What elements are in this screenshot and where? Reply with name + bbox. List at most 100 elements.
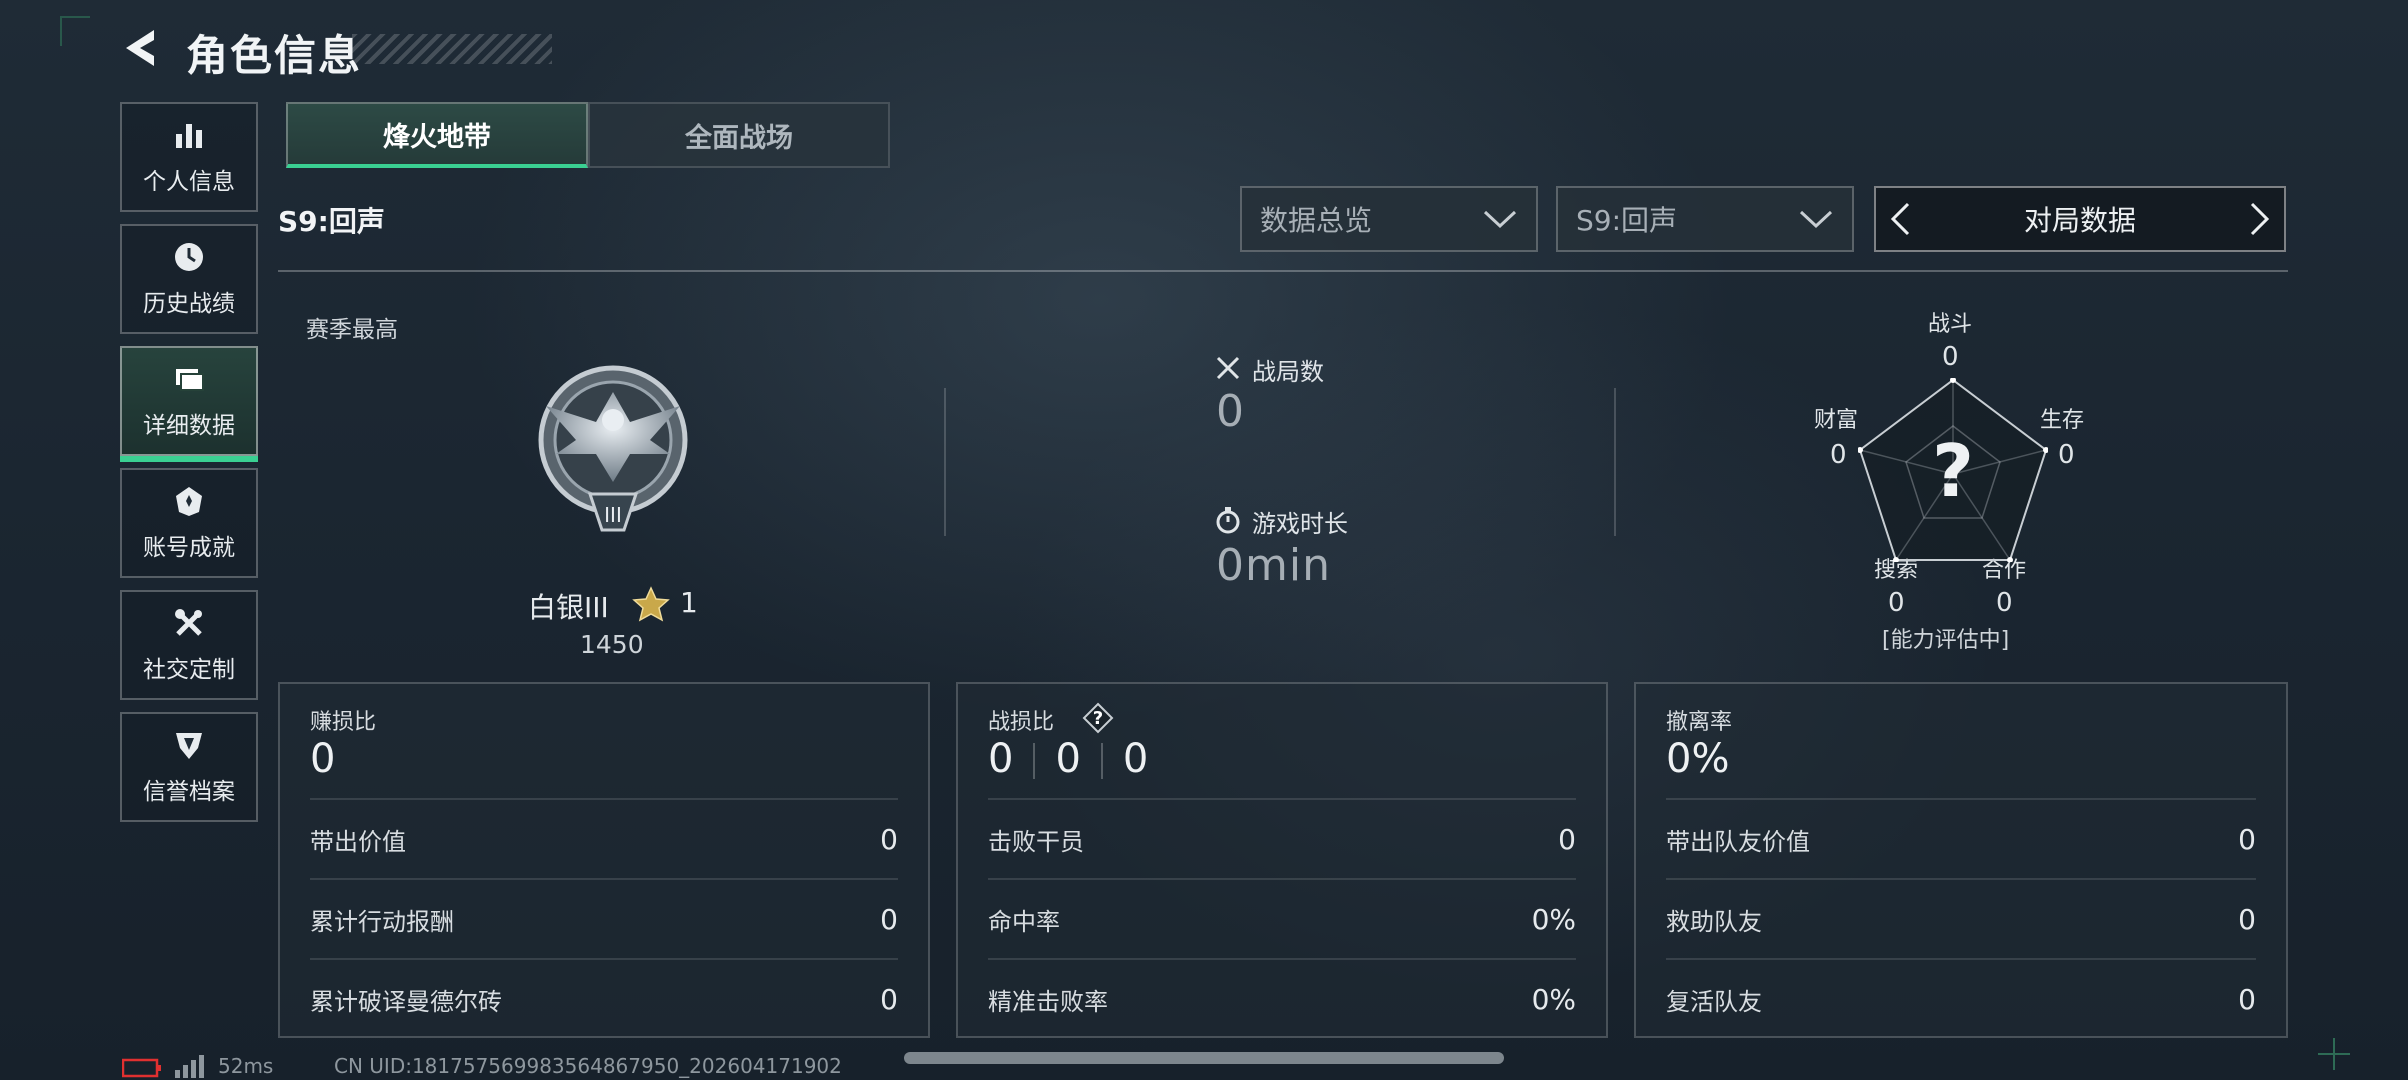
tab-full-battlefield[interactable]: 全面战场 <box>588 102 890 168</box>
profit-card: 赚损比 0 带出价值 0 累计行动报酬 0 累计破译曼德尔砖 0 <box>278 682 930 1038</box>
title-decoration <box>352 34 552 64</box>
radar-cooperation-value: 0 <box>1996 588 2013 618</box>
data-type-value: 数据总览 <box>1260 204 1373 237</box>
season-title: S9:回声 <box>278 205 385 238</box>
row-label: 带出队友价值 <box>1666 827 1810 856</box>
kd-value: 0 <box>1055 736 1081 782</box>
tab-warzone[interactable]: 烽火地带 <box>286 102 588 168</box>
radar-survival-value: 0 <box>2058 440 2075 470</box>
bar-chart-icon <box>176 124 202 148</box>
row-label: 命中率 <box>988 907 1060 936</box>
row-value: 0 <box>2238 982 2256 1016</box>
profit-value: 0 <box>310 736 336 782</box>
list-item: 复活队友 0 <box>1666 958 2256 1038</box>
chevron-right-icon[interactable] <box>2248 201 2272 237</box>
star-icon <box>632 586 670 622</box>
radar-center-mark: ? <box>1932 429 1974 513</box>
extract-card: 撤离率 0% 带出队友价值 0 救助队友 0 复活队友 0 <box>1634 682 2288 1038</box>
battery-icon <box>122 1058 161 1078</box>
extract-value: 0% <box>1666 736 1730 782</box>
extract-title: 撤离率 <box>1666 710 1733 735</box>
playtime-label: 游戏时长 <box>1252 510 1348 538</box>
row-label: 救助队友 <box>1666 907 1762 936</box>
list-item: 带出队友价值 0 <box>1666 798 2256 878</box>
radar-combat-label: 战斗 <box>1928 312 1973 337</box>
row-value: 0 <box>880 822 898 856</box>
playtime-value: 0min <box>1216 540 1331 591</box>
data-type-dropdown[interactable]: 数据总览 <box>1240 186 1538 252</box>
rank-score: 1450 <box>580 630 644 659</box>
sidebar-item-profile[interactable]: 个人信息 <box>120 102 258 212</box>
svg-text:III: III <box>604 503 622 527</box>
season-dropdown[interactable]: S9:回声 <box>1556 186 1854 252</box>
chevron-down-icon <box>1799 210 1833 229</box>
chevron-left-icon[interactable] <box>1888 201 1912 237</box>
crossed-swords-icon <box>1216 356 1240 380</box>
folder-icon <box>176 369 204 391</box>
radar-search-value: 0 <box>1888 588 1905 618</box>
help-icon[interactable]: ? <box>1082 702 1114 734</box>
rank-star-count: 1 <box>680 586 698 619</box>
corner-decoration <box>60 16 90 46</box>
home-indicator[interactable] <box>904 1052 1504 1064</box>
stats-pager: 对局数据 <box>1874 186 2286 252</box>
radar-wealth-value: 0 <box>1830 440 1847 470</box>
user-uid: CN UID:18175756998356486795​0_2026041719… <box>334 1054 842 1078</box>
list-item: 带出价值 0 <box>310 798 898 878</box>
sidebar-item-label: 信誉档案 <box>143 779 235 805</box>
chevron-down-icon <box>1483 210 1517 229</box>
kd-card: 战损比 ? 000 击败干员 0 命中率 0% 精准击败率 0% <box>956 682 1608 1038</box>
row-label: 精准击败率 <box>988 987 1108 1016</box>
mode-tabs: 烽火地带 全面战场 <box>286 102 890 168</box>
list-item: 精准击败率 0% <box>988 958 1576 1038</box>
ping-value: 52ms <box>218 1054 274 1078</box>
shield-icon <box>176 733 202 759</box>
kd-values: 000 <box>988 736 1148 782</box>
list-item: 累计行动报酬 0 <box>310 878 898 958</box>
list-item: 救助队友 0 <box>1666 878 2256 958</box>
radar-combat-value: 0 <box>1942 342 1959 372</box>
crosshair-icon <box>2318 1038 2350 1070</box>
row-label: 累计破译曼德尔砖 <box>310 987 502 1016</box>
svg-text:?: ? <box>1093 708 1103 729</box>
row-label: 击败干员 <box>988 827 1084 856</box>
sidebar-item-history[interactable]: 历史战绩 <box>120 224 258 334</box>
kd-title: 战损比 <box>988 710 1055 735</box>
row-value: 0 <box>1558 822 1576 856</box>
row-value: 0 <box>2238 822 2256 856</box>
row-value: 0 <box>880 902 898 936</box>
season-dropdown-value: S9:回声 <box>1576 204 1678 237</box>
back-icon[interactable] <box>118 26 162 70</box>
sidebar-item-label: 历史战绩 <box>143 291 235 317</box>
row-label: 带出价值 <box>310 827 406 856</box>
column-divider <box>944 388 946 536</box>
tools-icon <box>175 609 202 636</box>
sidebar-item-social[interactable]: 社交定制 <box>120 590 258 700</box>
radar-wealth-label: 财富 <box>1814 408 1859 433</box>
list-item: 命中率 0% <box>988 878 1576 958</box>
signal-icon <box>175 1055 204 1078</box>
row-value: 0% <box>1531 902 1576 936</box>
pager-label: 对局数据 <box>2023 204 2136 237</box>
sidebar-item-reputation[interactable]: 信誉档案 <box>120 712 258 822</box>
kd-value: 0 <box>1122 736 1149 782</box>
column-divider <box>1614 388 1616 536</box>
row-label: 累计行动报酬 <box>310 907 454 936</box>
sidebar-item-label: 个人信息 <box>143 169 235 195</box>
sidebar-item-achievements[interactable]: 账号成就 <box>120 468 258 578</box>
season-best-label: 赛季最高 <box>306 317 398 343</box>
list-item: 累计破译曼德尔砖 0 <box>310 958 898 1038</box>
sidebar-item-label: 详细数据 <box>143 413 235 439</box>
sidebar-item-detail-data[interactable]: 详细数据 <box>120 346 258 462</box>
page-title: 角色信息 <box>186 31 363 80</box>
radar-status: [能力评估中] <box>1882 628 2010 653</box>
list-item: 击败干员 0 <box>988 798 1576 878</box>
badge-icon <box>176 487 202 516</box>
profit-title: 赚损比 <box>310 710 377 735</box>
ability-radar: ? <box>1858 378 2048 562</box>
clock-icon <box>175 243 203 271</box>
stopwatch-icon <box>1216 507 1240 534</box>
kd-value: 0 <box>988 736 1014 782</box>
row-value: 0 <box>880 982 898 1016</box>
matches-label: 战局数 <box>1252 358 1324 386</box>
